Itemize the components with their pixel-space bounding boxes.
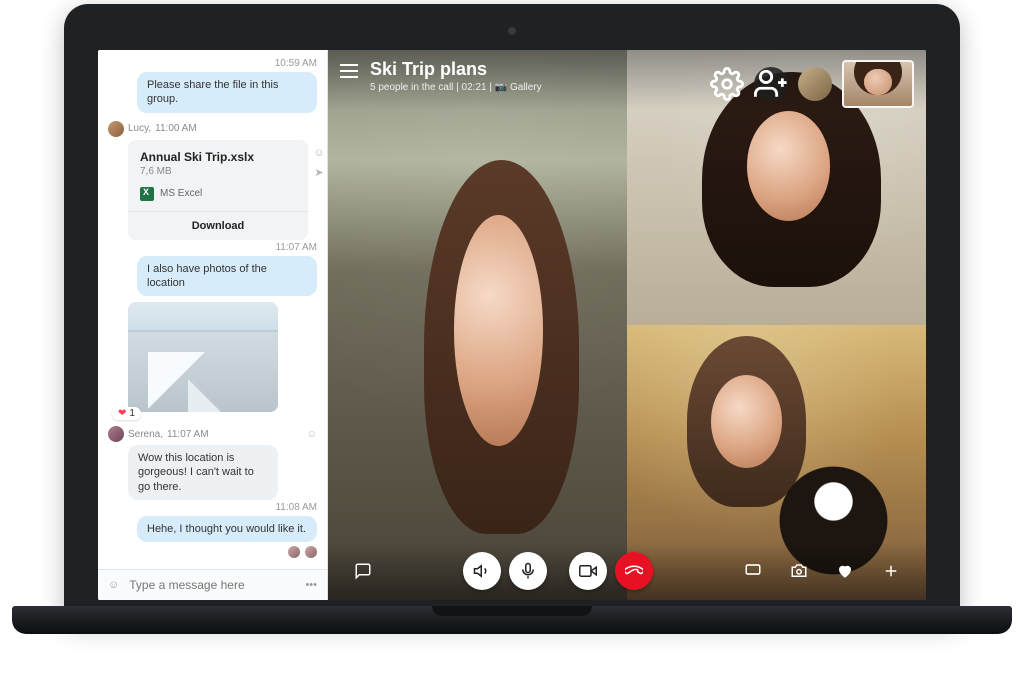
gear-icon [710, 67, 744, 101]
avatar[interactable] [108, 121, 124, 137]
sender-row: Lucy, 11:00 AM [108, 121, 317, 137]
file-app-label: MS Excel [160, 188, 202, 199]
more-icon[interactable]: ••• [305, 579, 317, 591]
participant-avatar[interactable] [798, 67, 832, 101]
chat-panel: 10:59 AM Please share the file in this g… [98, 50, 328, 600]
message-outgoing[interactable]: Hehe, I thought you would like it. [137, 516, 317, 542]
sender-row: Serena, 11:07 AM ☺ [108, 426, 317, 442]
video-call-area: Ski Trip plans 5 people in the call | 02… [328, 50, 926, 600]
reaction-button[interactable] [826, 552, 864, 590]
laptop-base [12, 606, 1012, 634]
laptop-camera [507, 26, 517, 36]
chat-scroll[interactable]: 10:59 AM Please share the file in this g… [98, 50, 327, 569]
avatar[interactable] [305, 546, 317, 558]
participant-figure [454, 215, 544, 446]
menu-icon[interactable] [340, 64, 358, 78]
file-name: Annual Ski Trip.xslx [140, 150, 296, 164]
sender-name: Serena, [128, 429, 163, 440]
camera-snapshot-icon [790, 562, 808, 580]
sender-name: Lucy, [128, 123, 151, 134]
laptop-frame: 10:59 AM Please share the file in this g… [64, 4, 960, 622]
message-outgoing[interactable]: Please share the file in this group. [137, 72, 317, 113]
emoji-icon[interactable]: ☺ [307, 429, 317, 440]
add-participant-button[interactable] [754, 67, 788, 101]
chat-toggle-button[interactable] [344, 552, 382, 590]
emoji-picker-icon[interactable]: ☺ [108, 579, 119, 591]
share-screen-icon [744, 562, 762, 580]
forward-icon[interactable]: ➤ [312, 166, 326, 180]
speaker-icon [473, 562, 491, 580]
reaction-number: 1 [129, 408, 135, 419]
microphone-icon [519, 562, 537, 580]
read-receipts [108, 546, 317, 561]
download-button[interactable]: Download [128, 211, 308, 240]
participant-figure [747, 111, 831, 221]
message-incoming[interactable]: Wow this location is gorgeous! I can't w… [128, 445, 278, 500]
speaker-button[interactable] [463, 552, 501, 590]
more-actions-button[interactable] [872, 552, 910, 590]
time-separator: 11:08 AM [108, 502, 317, 513]
microphone-button[interactable] [509, 552, 547, 590]
add-user-icon [754, 67, 788, 101]
avatar[interactable] [108, 426, 124, 442]
video-tile-main[interactable] [328, 50, 627, 600]
image-attachment[interactable] [128, 302, 278, 412]
camera-button[interactable] [569, 552, 607, 590]
message-composer: ☺ ••• [98, 569, 327, 600]
message-input[interactable] [129, 578, 295, 592]
message-actions: ☺ ➤ [312, 146, 326, 180]
heart-icon [836, 562, 854, 580]
phone-hangup-icon [625, 562, 643, 580]
time-separator: 10:59 AM [108, 58, 317, 69]
snapshot-button[interactable] [780, 552, 818, 590]
settings-button[interactable] [710, 67, 744, 101]
emoji-icon[interactable]: ☺ [312, 146, 326, 160]
call-title-block: Ski Trip plans 5 people in the call | 02… [370, 60, 542, 93]
file-size: 7,6 MB [140, 166, 296, 177]
message-outgoing[interactable]: I also have photos of the location [137, 256, 317, 297]
file-app: MS Excel [140, 187, 296, 201]
call-header: Ski Trip plans 5 people in the call | 02… [328, 50, 926, 110]
call-subtitle: 5 people in the call | 02:21 | 📷 Gallery [370, 82, 542, 93]
heart-icon: ❤ [118, 408, 126, 419]
app-screen: 10:59 AM Please share the file in this g… [98, 50, 926, 600]
video-icon [579, 562, 597, 580]
chat-icon [354, 562, 372, 580]
plus-icon [882, 562, 900, 580]
avatar[interactable] [288, 546, 300, 558]
file-attachment[interactable]: Annual Ski Trip.xslx 7,6 MB MS Excel Dow… [128, 140, 308, 240]
reaction-count[interactable]: ❤ 1 [112, 407, 141, 420]
sender-time: 11:00 AM [155, 123, 197, 134]
time-separator: 11:07 AM [108, 242, 317, 253]
share-screen-button[interactable] [734, 552, 772, 590]
header-right [710, 60, 914, 108]
participant-figure [711, 375, 783, 469]
self-view[interactable] [842, 60, 914, 108]
call-title: Ski Trip plans [370, 60, 542, 80]
hangup-button[interactable] [615, 552, 653, 590]
sender-time: 11:07 AM [167, 429, 209, 440]
call-controls [328, 542, 926, 600]
excel-icon [140, 187, 154, 201]
mountain-image [128, 332, 278, 412]
